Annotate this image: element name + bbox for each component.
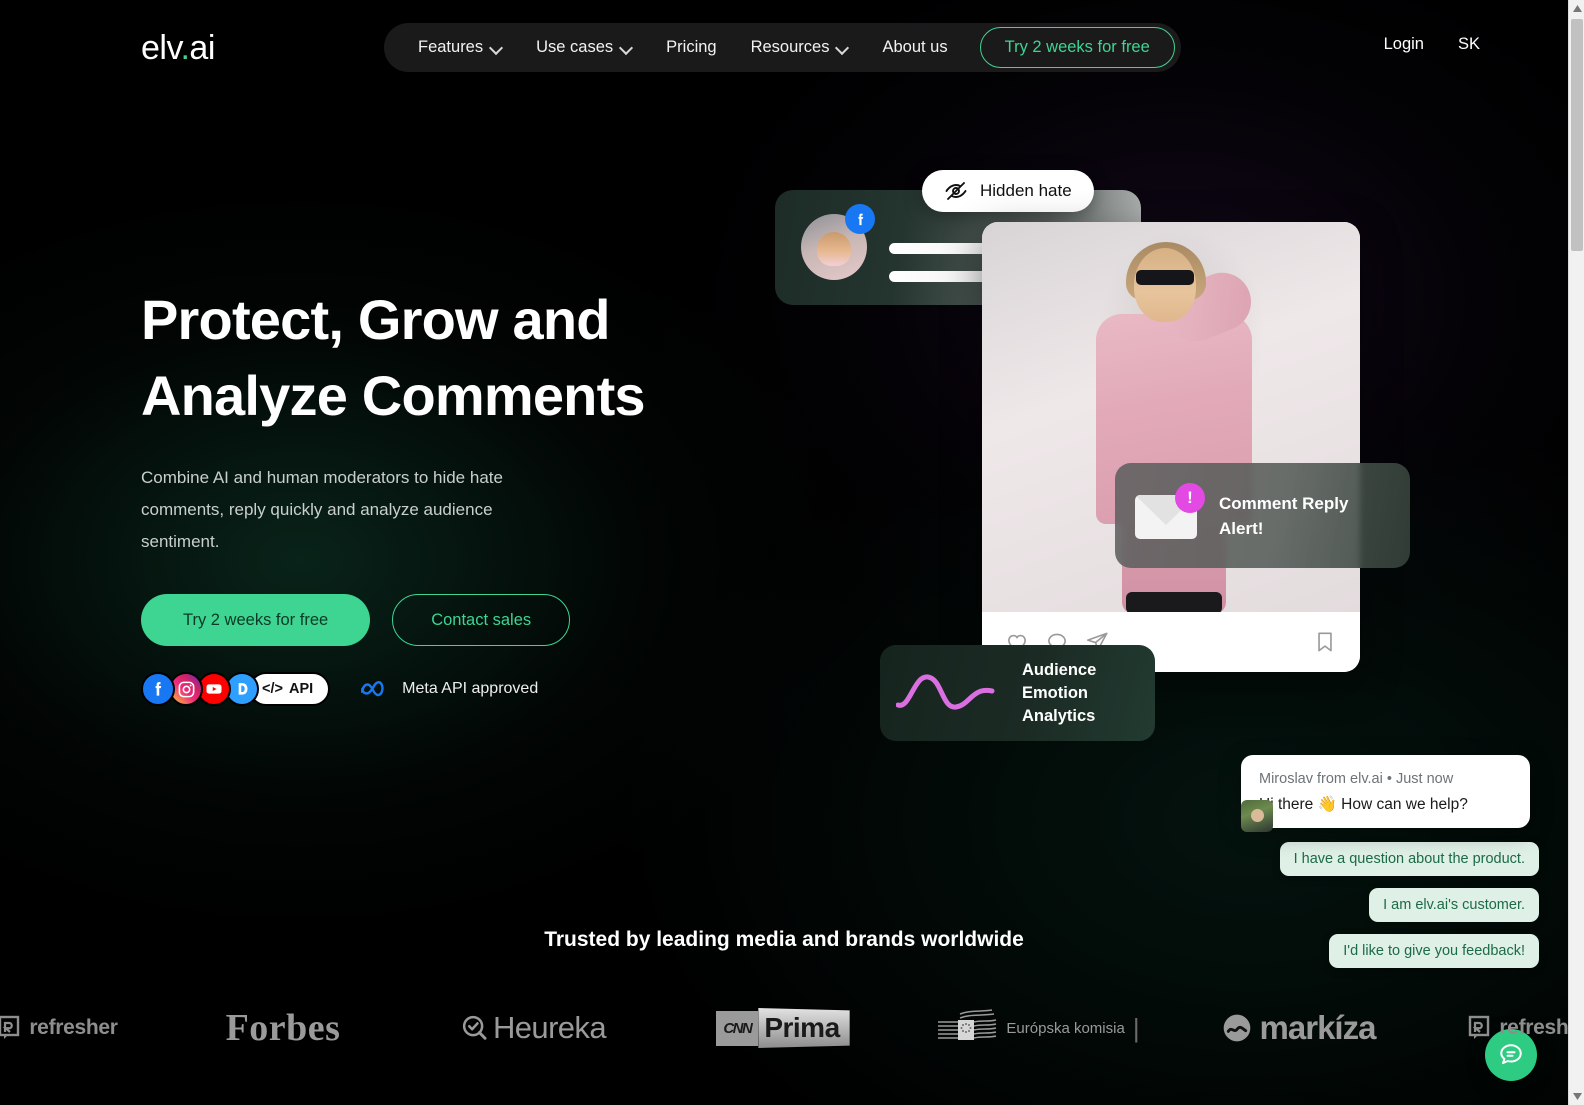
page-title: Protect, Grow and Analyze Comments <box>141 282 841 434</box>
instagram-post-card <box>982 222 1360 672</box>
nav-item-pricing[interactable]: Pricing <box>650 23 732 72</box>
hero-subtitle: Combine AI and human moderators to hide … <box>141 468 503 551</box>
hero-title-line2: Analyze Comments <box>141 364 646 427</box>
scroll-down-arrow-icon[interactable] <box>1569 1088 1584 1105</box>
chevron-down-icon <box>837 42 848 53</box>
brand-logo-forbes: Forbes <box>158 1000 408 1056</box>
facebook-badge-icon <box>845 204 875 234</box>
nav-label-use-cases: Use cases <box>536 38 614 56</box>
analytics-line-1: Audience Emotion <box>1022 660 1097 702</box>
facebook-icon[interactable] <box>141 672 175 706</box>
nav-item-resources[interactable]: Resources <box>735 23 865 72</box>
brand-logo-refresher-repeat: refresher <box>1428 1000 1568 1056</box>
alert-badge: ! <box>1175 482 1205 513</box>
cnn-mark: CNN <box>716 1010 759 1046</box>
trusted-by-heading: Trusted by leading media and brands worl… <box>544 928 1024 951</box>
api-badge[interactable]: </> API <box>249 672 331 706</box>
site-logo[interactable]: elv.ai <box>141 28 215 68</box>
meta-approved-label: Meta API approved <box>402 680 539 697</box>
browser-scrollbar[interactable] <box>1568 0 1584 1105</box>
alert-line-1: Comment Reply <box>1219 493 1349 513</box>
ec-label-full: Európska komisia <box>1006 1019 1125 1037</box>
main-navigation: Features Use cases Pricing Resources Abo… <box>384 23 1181 72</box>
hero-section: Protect, Grow and Analyze Comments Combi… <box>141 282 841 706</box>
agent-avatar <box>1241 800 1273 832</box>
meta-logo-icon <box>360 679 390 699</box>
hidden-hate-badge: Hidden hate <box>922 170 1094 212</box>
eye-off-icon <box>944 179 968 203</box>
nav-label-resources: Resources <box>750 38 830 56</box>
analytics-line-2: Analytics <box>1022 706 1096 725</box>
analytics-text: Audience Emotion Analytics <box>1022 659 1139 728</box>
chat-message-meta: Miroslav from elv.ai • Just now <box>1259 771 1454 787</box>
hidden-hate-label: Hidden hate <box>980 181 1072 200</box>
header-actions: Login SK <box>1384 35 1480 54</box>
code-icon: </> <box>262 681 283 697</box>
chevron-down-icon <box>621 42 632 53</box>
meta-approved-badge: Meta API approved <box>360 679 538 699</box>
chevron-down-icon <box>491 42 502 53</box>
hero-cta-group: Try 2 weeks for free Contact sales <box>141 594 841 646</box>
brand-label-refresher: refresher <box>29 1016 118 1039</box>
contact-sales-button[interactable]: Contact sales <box>392 594 571 646</box>
nav-item-about-us[interactable]: About us <box>866 23 963 72</box>
envelope-icon: ! <box>1135 482 1205 541</box>
hero-visual: Hidden hate ! Comment Reply Alert! Audie… <box>770 150 1470 810</box>
scrollbar-thumb[interactable] <box>1571 19 1583 251</box>
brand-label-heureka: Heureka <box>493 1010 607 1045</box>
brand-label-refresher-repeat: refresher <box>1499 1016 1568 1039</box>
comment-reply-alert-card: ! Comment Reply Alert! <box>1115 463 1410 568</box>
site-header: elv.ai Features Use cases Pricing Resour… <box>0 0 1568 96</box>
language-switcher[interactable]: SK <box>1458 35 1480 54</box>
audience-emotion-card: Audience Emotion Analytics <box>880 645 1155 741</box>
nav-label-features: Features <box>418 38 484 56</box>
prima-mark: Prima <box>758 1008 850 1048</box>
nav-label-pricing: Pricing <box>666 38 717 56</box>
sine-wave-icon <box>896 665 1008 721</box>
brand-label-markiza: markíza <box>1259 1009 1377 1046</box>
page-root: elv.ai Features Use cases Pricing Resour… <box>0 0 1568 1105</box>
brand-label-forbes: Forbes <box>225 1007 341 1049</box>
ec-divider: | <box>1132 1012 1140 1043</box>
brand-logo-heureka: Heureka <box>408 1000 658 1056</box>
chat-message-bubble: Miroslav from elv.ai • Just now Hi there… <box>1241 755 1530 832</box>
login-link[interactable]: Login <box>1384 35 1424 54</box>
nav-label-about-us: About us <box>882 38 948 56</box>
nav-item-use-cases[interactable]: Use cases <box>520 23 648 72</box>
logo-text: elv <box>141 29 181 67</box>
logo-suffix: ai <box>189 29 215 67</box>
brand-logo-strip: refresher Forbes Heureka CNN Prima Európ… <box>0 1000 1568 1056</box>
platform-badges: </> API Meta API approved <box>141 672 841 706</box>
api-badge-label: API <box>288 681 314 697</box>
brand-logo-cnn-prima: CNN Prima <box>658 1000 908 1056</box>
nav-item-features[interactable]: Features <box>402 23 518 72</box>
bookmark-icon[interactable] <box>1312 629 1338 655</box>
hero-trial-button[interactable]: Try 2 weeks for free <box>141 594 371 646</box>
quick-reply-option[interactable]: I have a question about the product. <box>1279 842 1539 876</box>
hero-title-line1: Protect, Grow and <box>141 288 611 351</box>
brand-logo-european-commission: Európska komisia | <box>908 1000 1168 1056</box>
header-trial-button[interactable]: Try 2 weeks for free <box>979 27 1175 68</box>
brand-label-european-commission: Európska komisia <box>1006 1019 1124 1038</box>
alert-text: Comment Reply Alert! <box>1219 491 1348 541</box>
chat-message-text: Hi there 👋 How can we help? <box>1259 796 1468 813</box>
brand-logo-markiza: markíza <box>1168 1000 1428 1056</box>
brand-logo-refresher: refresher <box>0 1000 158 1056</box>
quick-reply-option[interactable]: I am elv.ai's customer. <box>1369 888 1539 922</box>
alert-line-2: Alert! <box>1219 518 1264 538</box>
scroll-up-arrow-icon[interactable] <box>1569 0 1584 17</box>
